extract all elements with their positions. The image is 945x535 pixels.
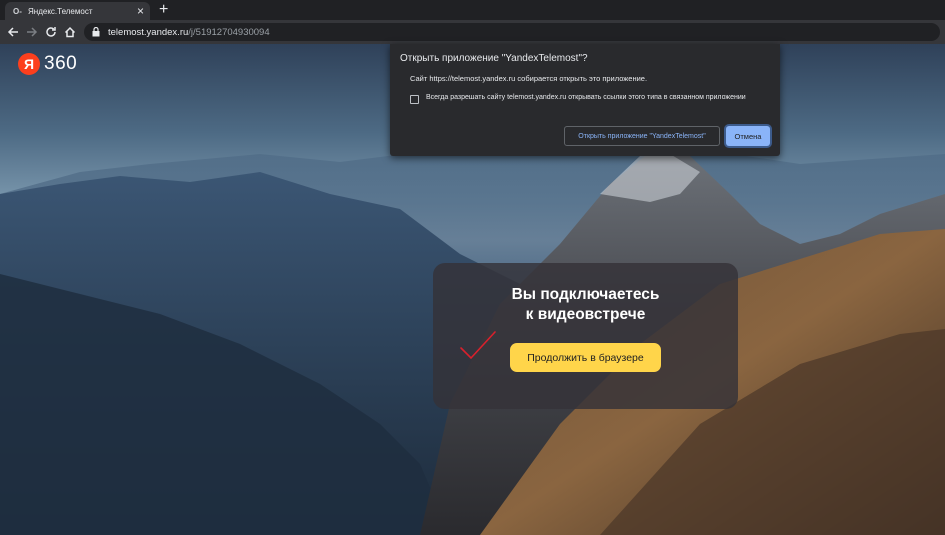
url-path: /j/51912704930094	[188, 26, 270, 38]
join-heading: Вы подключаетесь к видеовстрече	[433, 285, 738, 325]
browser-tab[interactable]: О- Яндекс.Телемост ×	[5, 2, 150, 20]
always-allow-label[interactable]: Всегда разрешать сайту telemost.yandex.r…	[426, 94, 746, 101]
continue-in-browser-button[interactable]: Продолжить в браузере	[510, 343, 661, 372]
open-app-dialog: Открыть приложение "YandexTelemost"? Сай…	[390, 44, 780, 156]
reload-icon[interactable]	[43, 24, 59, 40]
tab-strip: О- Яндекс.Телемост × +	[0, 0, 945, 20]
browser-toolbar: telemost.yandex.ru/j/51912704930094	[0, 20, 945, 44]
tab-title: Яндекс.Телемост	[28, 6, 93, 16]
open-app-button[interactable]: Открыть приложение "YandexTelemost"	[564, 126, 720, 146]
dialog-title: Открыть приложение "YandexTelemost"?	[400, 53, 588, 64]
home-icon[interactable]	[62, 24, 78, 40]
yandex-360-logo[interactable]: Я 360	[18, 53, 77, 75]
logo-360-text: 360	[44, 53, 78, 74]
telemost-favicon-icon: О-	[13, 6, 22, 16]
url-host: telemost.yandex.ru	[108, 26, 189, 38]
forward-icon[interactable]	[24, 24, 40, 40]
yandex-logo-icon: Я	[18, 53, 40, 75]
address-bar[interactable]: telemost.yandex.ru/j/51912704930094	[84, 23, 940, 41]
new-tab-button[interactable]: +	[159, 2, 168, 18]
always-allow-checkbox[interactable]	[410, 95, 419, 104]
lock-icon[interactable]	[92, 27, 102, 37]
join-heading-line1: Вы подключаетесь	[511, 286, 660, 303]
join-heading-line2: к видеовстрече	[525, 306, 646, 323]
back-icon[interactable]	[5, 24, 21, 40]
tab-close-icon[interactable]: ×	[137, 5, 144, 17]
cancel-button[interactable]: Отмена	[726, 126, 770, 146]
dialog-message: Сайт https://telemost.yandex.ru собирает…	[410, 74, 648, 83]
red-checkmark-icon	[460, 331, 496, 360]
